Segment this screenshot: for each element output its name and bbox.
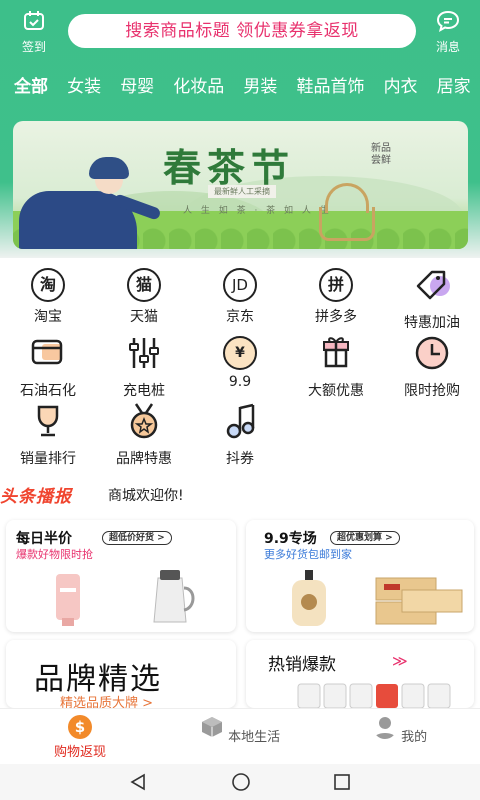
grid-label: 限时抢购: [404, 383, 460, 399]
paper-rolls-image: [297, 683, 451, 708]
grid-label: 京东: [226, 309, 254, 325]
grid-label: 销量排行: [20, 451, 76, 467]
gift-icon: [323, 337, 349, 368]
tab-cosmetics[interactable]: 化妆品: [173, 72, 224, 97]
checkin-button[interactable]: 签到: [12, 10, 56, 54]
grid-label: 拼多多: [315, 309, 357, 325]
grid-label: 9.9: [228, 374, 252, 390]
grid-item-douyin-coupon[interactable]: 抖券: [192, 402, 288, 468]
tissue-box-image: [375, 577, 463, 625]
brand-select-card[interactable]: 品牌精选 精选品质大牌 >: [6, 640, 236, 708]
grid-item-ranking[interactable]: 销量排行: [0, 402, 96, 468]
cleanser-tube-image: [56, 574, 80, 626]
promo-banner[interactable]: 春茶节 新品尝鲜 最新鲜人工采摘 人 生 如 茶 · 茶 如 人 生: [13, 121, 468, 249]
grid-item-flash-sale[interactable]: 限时抢购: [384, 334, 480, 400]
bottom-nav: $ 购物返现 本地生活 我的: [0, 708, 480, 764]
nav-shopping-cashback[interactable]: $ 购物返现: [20, 715, 140, 760]
news-ticker[interactable]: 头条播报 商城欢迎你!: [0, 482, 480, 507]
grid-item-brand-deals[interactable]: 品牌特惠: [96, 402, 192, 468]
half-price-card[interactable]: 每日半价 超低价好货 > 爆款好物限时抢: [6, 520, 236, 632]
banner-subtitle: 最新鲜人工采摘: [208, 185, 276, 198]
tab-men[interactable]: 男装: [243, 72, 277, 97]
grid-item-big-coupon[interactable]: 大额优惠: [288, 334, 384, 400]
grid-label: 充电桩: [123, 383, 165, 399]
nav-mine[interactable]: 我的: [340, 715, 460, 745]
headline-text: 商城欢迎你!: [108, 488, 184, 504]
grid-item-pinduoduo[interactable]: 拼 拼多多: [288, 266, 384, 326]
dollar-coin-icon: $: [68, 715, 92, 739]
cube-icon: [201, 717, 222, 737]
grid-item-tmall[interactable]: 猫 天猫: [96, 266, 192, 326]
thermos-jug-image: [153, 570, 195, 623]
grid-label: 石油石化: [20, 383, 76, 399]
banner-figure-scarf: [89, 157, 129, 179]
search-bar[interactable]: 搜索商品标题 领优惠券拿返现: [68, 14, 416, 48]
grid-item-charging[interactable]: 充电桩: [96, 334, 192, 400]
calendar-icon: [24, 11, 44, 30]
banner-tag: 新品尝鲜: [371, 143, 391, 166]
card-title: 每日半价: [16, 531, 72, 547]
yen-coin-icon: ¥: [223, 336, 257, 370]
clock-icon: [415, 336, 449, 370]
checkin-label: 签到: [21, 40, 46, 54]
grid-label: 天猫: [130, 309, 158, 325]
nav-label: 本地生活: [228, 730, 281, 745]
lotion-bottle-image: [292, 570, 326, 626]
more-arrow-icon: ≫: [392, 652, 408, 670]
nav-label: 我的: [401, 730, 428, 745]
card-title: 9.9专场: [264, 531, 317, 547]
grid-label: 品牌特惠: [116, 451, 172, 467]
banner-title: 春茶节: [163, 145, 296, 190]
trophy-icon: [37, 405, 59, 437]
nav-local-life[interactable]: 本地生活: [180, 715, 300, 745]
grid-label: 淘宝: [34, 309, 62, 325]
grid-label: 特惠加油: [404, 315, 460, 331]
banner-slogan: 人 生 如 茶 · 茶 如 人 生: [183, 206, 332, 216]
app-screen: 签到 搜索商品标题 领优惠券拿返现 消息 全部 女装 母婴 化妆品 男装 鞋品首…: [0, 0, 480, 800]
music-note-icon: [226, 403, 255, 439]
taobao-icon: 淘: [31, 268, 65, 302]
home-icon[interactable]: [230, 772, 252, 792]
nav-label: 购物返现: [53, 745, 106, 760]
tab-baby[interactable]: 母婴: [120, 72, 154, 97]
system-navigation-bar: [0, 764, 480, 800]
tab-underwear[interactable]: 内衣: [384, 72, 418, 97]
sliders-icon: [129, 338, 159, 368]
back-icon[interactable]: [128, 772, 148, 792]
tab-home[interactable]: 居家: [437, 72, 471, 97]
hot-sale-card[interactable]: 热销爆款 ≫: [246, 640, 474, 708]
tab-shoes-jewelry[interactable]: 鞋品首饰: [296, 72, 364, 97]
person-icon: [373, 717, 396, 739]
tmall-icon: 猫: [127, 268, 161, 302]
card-subtitle: 爆款好物限时抢: [16, 548, 93, 561]
grid-item-taobao[interactable]: 淘 淘宝: [0, 266, 96, 326]
headline-logo: 头条播报: [0, 487, 72, 507]
search-placeholder: 搜索商品标题 领优惠券拿返现: [125, 21, 359, 41]
tab-women[interactable]: 女装: [67, 72, 101, 97]
grid-item-petro[interactable]: 石油石化: [0, 334, 96, 400]
medal-icon: [130, 403, 158, 439]
tag-icon: [416, 270, 450, 300]
card-subtitle: 更多好货包邮到家: [264, 548, 352, 561]
jd-icon: JD: [223, 268, 257, 302]
tea-basket: [319, 207, 375, 241]
card-subtitle: 精选品质大牌 >: [60, 696, 154, 708]
card-title: 热销爆款: [268, 655, 336, 675]
grid-item-jd[interactable]: JD 京东: [192, 266, 288, 326]
category-tabs: 全部 女装 母婴 化妆品 男装 鞋品首饰 内衣 居家: [0, 72, 480, 102]
chat-bubble-icon: [436, 10, 460, 32]
tab-all[interactable]: 全部: [14, 72, 48, 97]
card-pill: 超低价好货 >: [102, 531, 172, 545]
card-icon: [31, 339, 63, 365]
card-pill: 超优惠划算 >: [330, 531, 400, 545]
grid-item-nine-nine[interactable]: ¥ 9.9: [192, 334, 288, 390]
pinduoduo-icon: 拼: [319, 268, 353, 302]
grid-item-fuel-discount[interactable]: 特惠加油: [384, 266, 480, 332]
grid-label: 抖券: [226, 451, 254, 467]
nine-nine-card[interactable]: 9.9专场 超优惠划算 > 更多好货包邮到家: [246, 520, 474, 632]
grid-label: 大额优惠: [308, 383, 364, 399]
message-label: 消息: [435, 40, 460, 54]
recents-icon[interactable]: [332, 772, 352, 792]
message-button[interactable]: 消息: [426, 10, 470, 54]
